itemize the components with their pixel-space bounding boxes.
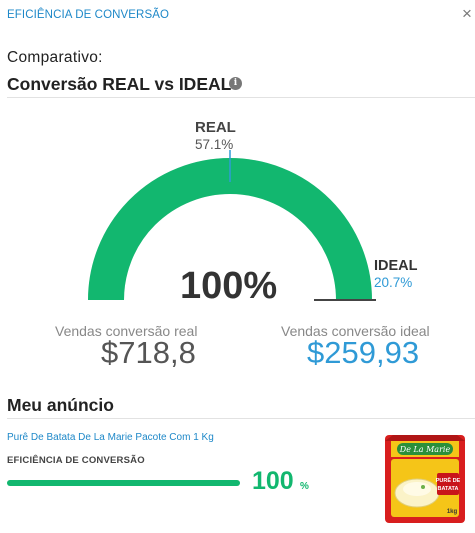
- gauge-center-value: 100%: [180, 265, 278, 307]
- ad-divider: [7, 418, 475, 419]
- product-image[interactable]: De La Marie PURÊ DE BATATA 1kg: [383, 431, 467, 527]
- gauge-real-label: REAL: [195, 119, 236, 136]
- gauge-real-value: 57.1%: [195, 137, 234, 152]
- modal-title: EFICIÊNCIA DE CONVERSÃO: [7, 9, 170, 21]
- gauge-ideal-label: IDEAL: [374, 258, 418, 274]
- product-image-line2: BATATA: [438, 486, 459, 492]
- efficiency-bar-fill: [7, 480, 240, 486]
- section-divider: [7, 97, 475, 98]
- section-title: Conversão REAL vs IDEAL: [7, 74, 232, 94]
- sales-real-value: $718,8: [101, 335, 196, 370]
- close-icon[interactable]: ×: [462, 5, 472, 22]
- modal-header: EFICIÊNCIA DE CONVERSÃO ×: [0, 0, 475, 32]
- gauge-ideal-value: 20.7%: [374, 275, 413, 290]
- product-image-weight: 1kg: [447, 509, 458, 515]
- efficiency-value: 100: [252, 467, 294, 495]
- ad-section-title: Meu anúncio: [7, 395, 114, 415]
- product-image-brand: De La Marie: [399, 445, 451, 454]
- efficiency-label: EFICIÊNCIA DE CONVERSÃO: [7, 455, 145, 466]
- efficiency-unit: %: [300, 481, 309, 492]
- sales-ideal-value: $259,93: [307, 335, 420, 370]
- product-link[interactable]: Purê De Batata De La Marie Pacote Com 1 …: [7, 432, 214, 443]
- info-icon[interactable]: i: [229, 77, 242, 90]
- efficiency-bar: [7, 480, 240, 486]
- product-image-line1: PURÊ DE: [436, 476, 461, 484]
- section-pretitle: Comparativo:: [7, 49, 103, 66]
